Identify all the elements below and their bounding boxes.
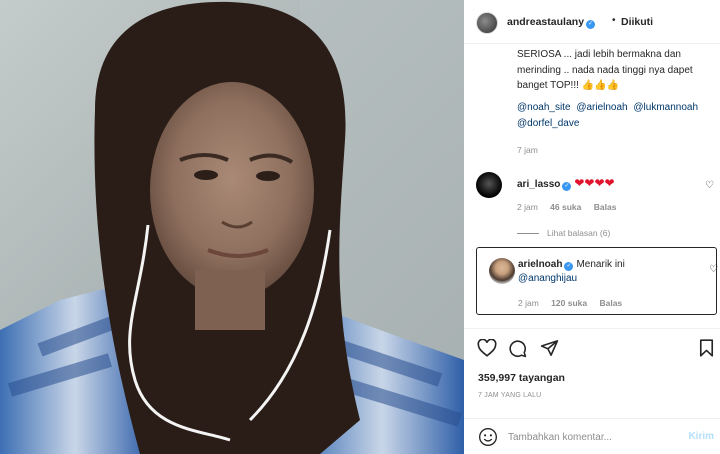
comment-bubble-icon[interactable] bbox=[508, 339, 527, 358]
comment-username[interactable]: arielnoah ✓ Menarik ini bbox=[518, 259, 625, 271]
comment-likes[interactable]: 46 suka bbox=[550, 202, 581, 212]
emoji-smiley-icon[interactable] bbox=[478, 427, 498, 447]
comment-mention[interactable]: @ananghijau bbox=[518, 273, 577, 284]
mention-link[interactable]: @dorfel_dave bbox=[517, 118, 579, 129]
comment-meta: 2 jam 120 suka Balas bbox=[518, 298, 622, 308]
author-avatar[interactable] bbox=[476, 12, 498, 34]
comment-meta: 2 jam 46 suka Balas bbox=[517, 202, 616, 212]
add-comment-bar: Kirim bbox=[464, 418, 720, 454]
comment-time: 2 jam bbox=[518, 298, 539, 308]
highlighted-comment: arielnoah ✓ Menarik ini ♡ @ananghijau 2 ja… bbox=[476, 247, 718, 315]
mention-link[interactable]: @arielnoah bbox=[576, 102, 627, 113]
like-comment-icon[interactable]: ♡ bbox=[705, 180, 714, 191]
verified-icon: ✓ bbox=[562, 182, 572, 191]
share-paper-plane-icon[interactable] bbox=[540, 339, 559, 357]
post-sidebar: andreastaulany ✓ • Diikuti SERIOSA ... ja… bbox=[464, 0, 720, 454]
video-frame bbox=[0, 0, 464, 454]
replies-divider bbox=[517, 233, 539, 235]
view-count[interactable]: 359,997 tayangan bbox=[478, 372, 565, 384]
reply-button[interactable]: Balas bbox=[594, 202, 617, 212]
commenter-avatar[interactable] bbox=[476, 172, 502, 198]
caption-mentions: @noah_site @arielnoah @lukmannoah @dorfe… bbox=[517, 100, 713, 131]
post-comment-button[interactable]: Kirim bbox=[688, 431, 714, 442]
view-replies-button[interactable]: Lihat balasan (6) bbox=[517, 228, 610, 238]
mention-link[interactable]: @lukmannoah bbox=[633, 102, 698, 113]
post-header: andreastaulany ✓ • Diikuti bbox=[464, 0, 720, 44]
post-caption: SERIOSA ... jadi lebih bermakna dan meri… bbox=[517, 49, 693, 91]
separator-dot: • bbox=[612, 15, 616, 26]
comment-username[interactable]: ari_lasso ✓ ❤❤❤❤ bbox=[517, 176, 615, 191]
post-timestamp: 7 JAM YANG LALU bbox=[478, 392, 542, 399]
reply-button[interactable]: Balas bbox=[599, 298, 622, 308]
verified-icon: ✓ bbox=[564, 262, 574, 271]
verified-icon: ✓ bbox=[586, 20, 596, 29]
comment-text: Menarik ini bbox=[576, 259, 625, 270]
save-bookmark-icon[interactable] bbox=[699, 339, 714, 357]
commenter-avatar[interactable] bbox=[489, 258, 515, 284]
comment-time: 2 jam bbox=[517, 202, 538, 212]
comment-text: ❤❤❤❤ bbox=[574, 176, 615, 190]
post-actions bbox=[464, 328, 720, 364]
comment-likes[interactable]: 120 suka bbox=[551, 298, 587, 308]
author-username[interactable]: andreastaulany ✓ bbox=[507, 16, 596, 29]
caption-timestamp: 7 jam bbox=[517, 145, 538, 155]
like-comment-icon[interactable]: ♡ bbox=[709, 264, 718, 275]
mention-link[interactable]: @noah_site bbox=[517, 102, 571, 113]
like-heart-icon[interactable] bbox=[477, 339, 497, 357]
comment-input[interactable] bbox=[508, 428, 678, 446]
follow-status-button[interactable]: Diikuti bbox=[621, 16, 653, 28]
video-media[interactable] bbox=[0, 0, 464, 454]
